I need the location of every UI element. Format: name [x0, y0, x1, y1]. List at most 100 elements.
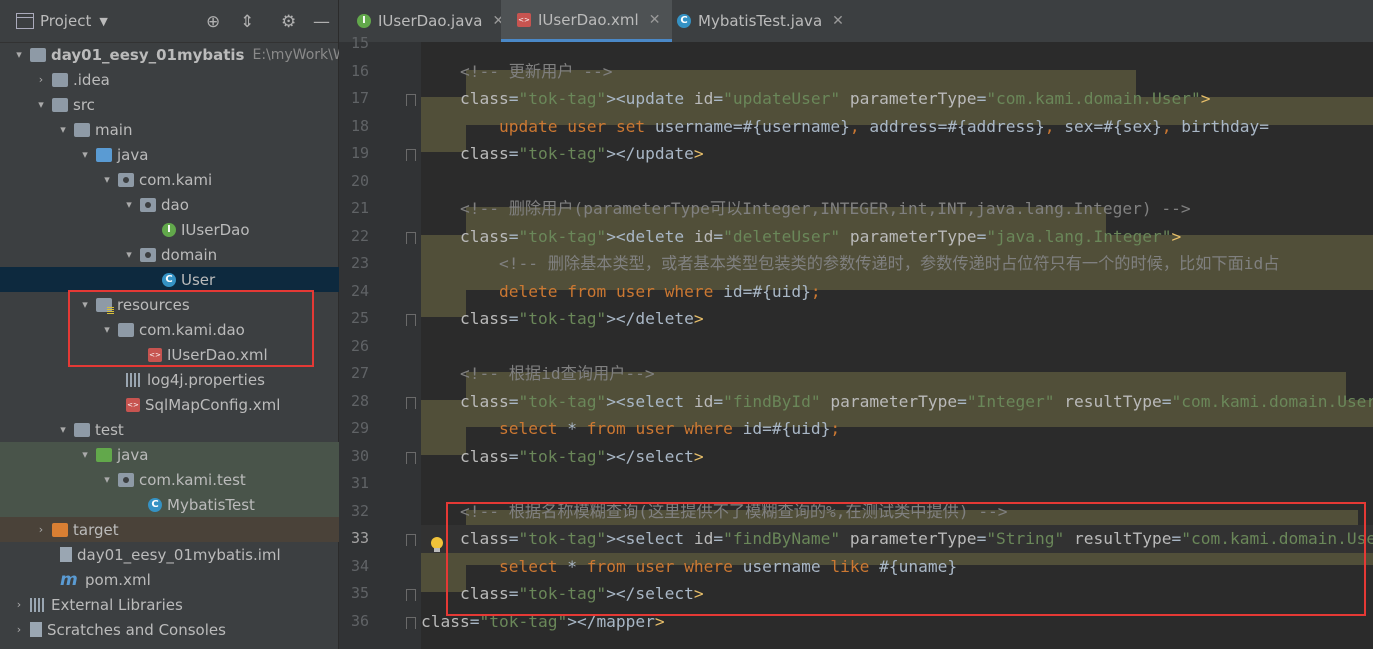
tree-item-main[interactable]: ▾ main — [0, 117, 394, 142]
tab-iuserdao-xml[interactable]: <> IUserDao.xml ✕ — [501, 0, 673, 42]
line-number: 28 — [350, 391, 369, 410]
close-icon[interactable]: ✕ — [649, 12, 661, 28]
package-icon — [118, 172, 134, 187]
line-number: 33 — [350, 529, 369, 547]
code-line[interactable]: <!-- 删除用户(parameterType可以Integer,INTEGER… — [421, 195, 1191, 223]
tree-item-pom[interactable]: m pom.xml — [0, 567, 394, 592]
chevron-right-icon[interactable]: › — [34, 523, 48, 536]
package-icon — [118, 472, 134, 487]
tree-item-src[interactable]: ▾ src — [0, 92, 372, 117]
module-folder-icon — [30, 47, 46, 62]
lightbulb-icon[interactable] — [430, 537, 444, 553]
chevron-down-icon[interactable]: ▾ — [100, 473, 114, 486]
chevron-right-icon[interactable]: › — [12, 623, 26, 636]
code-line[interactable]: delete from user where id=#{uid}; — [421, 278, 821, 306]
tree-item-external-libraries[interactable]: › External Libraries — [0, 592, 350, 617]
class-icon: C — [677, 14, 691, 28]
tree-item-label: Scratches and Consoles — [47, 620, 226, 639]
collapse-all-icon[interactable]: ⇕ — [240, 12, 254, 32]
close-icon[interactable]: ✕ — [832, 13, 844, 29]
project-panel: Project ▼ ⊕ ⇕ ⚙ — ▾ day01_eesy_01mybatis… — [0, 0, 496, 649]
tab-label: MybatisTest.java — [698, 12, 823, 30]
chevron-down-icon[interactable]: ▾ — [78, 148, 92, 161]
tree-item-idea[interactable]: › .idea — [0, 67, 372, 92]
code-line[interactable]: <!-- 根据名称模糊查询(这里提供不了模糊查询的%,在测试类中提供) --> — [421, 498, 1008, 526]
tree-item-label: java — [117, 145, 149, 164]
code-line[interactable]: class="tok-tag"></delete> — [421, 305, 704, 333]
code-line[interactable]: class="tok-tag"></mapper> — [421, 608, 665, 636]
code-line[interactable]: <!-- 根据id查询用户--> — [421, 360, 655, 388]
tree-item-iml[interactable]: day01_eesy_01mybatis.iml — [0, 542, 394, 567]
module-file-icon — [60, 547, 72, 562]
fold-marker-icon[interactable] — [406, 149, 416, 161]
tree-item-label: IUserDao — [181, 220, 250, 239]
chevron-down-icon[interactable]: ▾ — [122, 248, 136, 261]
tree-item-label: IUserDao.xml — [167, 345, 268, 364]
fold-marker-icon[interactable] — [406, 616, 416, 629]
line-number: 19 — [350, 144, 369, 162]
line-number: 16 — [350, 61, 369, 80]
code-line[interactable]: class="tok-tag"></select> — [421, 580, 704, 608]
line-number: 17 — [350, 89, 369, 107]
tree-item-project-root[interactable]: ▾ day01_eesy_01mybatis E:\myWork\W — [0, 42, 350, 67]
chevron-down-icon[interactable]: ▾ — [100, 323, 114, 336]
line-number: 25 — [350, 309, 369, 327]
code-editor[interactable]: <!-- 更新用户 --> class="tok-tag"><update id… — [421, 42, 1373, 649]
editor-tabs: I IUserDao.java ✕ <> IUserDao.xml ✕ C My… — [339, 0, 1373, 43]
code-line[interactable]: update user set username=#{username}, ad… — [421, 113, 1269, 141]
fold-marker-icon[interactable] — [406, 451, 416, 464]
chevron-down-icon[interactable]: ▾ — [122, 198, 136, 211]
tree-item-label: com.kami.test — [139, 470, 246, 489]
folder-icon — [118, 322, 134, 337]
code-line[interactable]: class="tok-tag"></select> — [421, 443, 704, 471]
chevron-down-icon[interactable]: ▾ — [34, 98, 48, 111]
interface-icon: I — [357, 14, 371, 28]
code-line[interactable]: select * from user where username like #… — [421, 553, 957, 581]
code-line[interactable]: class="tok-tag"><update id="updateUser" … — [421, 85, 1210, 113]
xml-file-icon: <> — [517, 12, 531, 27]
code-line[interactable]: select * from user where id=#{uid}; — [421, 415, 840, 443]
fold-marker-icon[interactable] — [406, 231, 416, 244]
line-number: 23 — [350, 254, 369, 272]
tree-item-test[interactable]: ▾ test — [0, 417, 394, 442]
chevron-down-icon[interactable]: ▾ — [12, 48, 26, 61]
fold-marker-icon[interactable] — [406, 314, 416, 326]
gear-icon[interactable]: ⚙ — [281, 12, 296, 32]
chevron-right-icon[interactable]: › — [12, 598, 26, 611]
fold-marker-icon[interactable] — [406, 589, 416, 601]
chevron-down-icon[interactable]: ▾ — [78, 298, 92, 311]
code-line[interactable]: class="tok-tag"><select id="findByName" … — [421, 525, 1373, 553]
code-line[interactable]: <!-- 更新用户 --> — [421, 58, 612, 86]
tab-label: IUserDao.java — [378, 12, 483, 30]
xml-file-icon: <> — [126, 397, 140, 412]
tree-item-label: pom.xml — [85, 570, 151, 589]
chevron-down-icon[interactable]: ▾ — [100, 173, 114, 186]
tree-item-label: src — [73, 95, 95, 114]
chevron-down-icon[interactable]: ▾ — [56, 123, 70, 136]
tree-item-scratches[interactable]: › Scratches and Consoles — [0, 617, 350, 642]
line-number: 32 — [350, 501, 369, 520]
tree-item-label: log4j.properties — [147, 370, 265, 389]
tree-item-target[interactable]: › target — [0, 517, 372, 542]
code-line[interactable]: class="tok-tag"><delete id="deleteUser" … — [421, 223, 1181, 251]
line-number: 15 — [350, 34, 369, 52]
project-view-selector[interactable]: Project — [40, 12, 91, 30]
hide-panel-icon[interactable]: — — [313, 12, 330, 32]
chevron-down-icon[interactable]: ▼ — [99, 15, 107, 28]
code-line[interactable]: class="tok-tag"><select id="findById" pa… — [421, 388, 1373, 416]
tree-item-label: SqlMapConfig.xml — [145, 395, 281, 414]
interface-icon: I — [162, 222, 176, 237]
code-line[interactable]: <!-- 删除基本类型，或者基本类型包装类的参数传递时，参数传递时占位符只有一个… — [421, 250, 1279, 278]
tab-mybatistest-java[interactable]: C MybatisTest.java ✕ — [663, 0, 854, 42]
fold-marker-icon[interactable] — [406, 94, 416, 106]
locate-icon[interactable]: ⊕ — [206, 12, 220, 32]
chevron-right-icon[interactable]: › — [34, 73, 48, 86]
project-panel-header: Project ▼ ⊕ ⇕ ⚙ — — [0, 0, 338, 43]
tree-item-label: MybatisTest — [167, 495, 255, 514]
fold-marker-icon[interactable] — [406, 396, 416, 409]
chevron-down-icon[interactable]: ▾ — [78, 448, 92, 461]
line-number: 35 — [350, 584, 369, 602]
fold-marker-icon[interactable] — [406, 534, 416, 546]
chevron-down-icon[interactable]: ▾ — [56, 423, 70, 436]
code-line[interactable]: class="tok-tag"></update> — [421, 140, 704, 168]
